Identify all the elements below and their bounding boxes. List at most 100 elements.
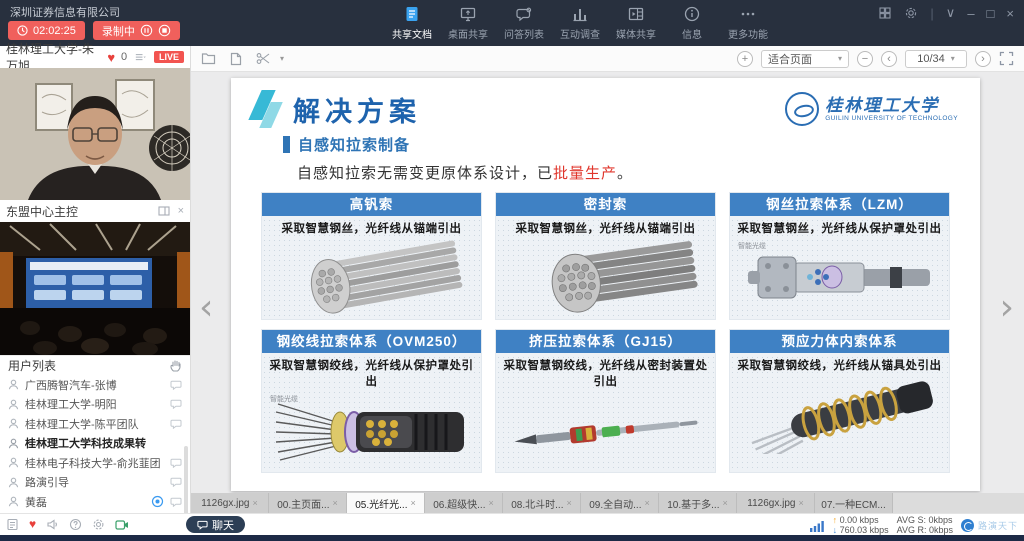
fullscreen-icon[interactable] (999, 51, 1014, 66)
close-button[interactable]: × (1006, 6, 1014, 21)
chat-bubble-icon[interactable] (170, 419, 182, 429)
chat-bubble-icon[interactable] (170, 497, 182, 507)
close-tab-icon[interactable]: × (488, 498, 493, 508)
tool-media-share[interactable]: 媒体共享 (610, 5, 662, 41)
university-seal-icon (785, 92, 819, 126)
pause-record-icon[interactable] (140, 24, 153, 37)
zoom-in-button[interactable]: + (737, 51, 753, 67)
window-controls: | ∨ – □ × (878, 5, 1014, 21)
panel-gj15-system: 挤压拉索体系（GJ15） 采取智慧钢绞线，光纤线从密封装置处引出 (495, 329, 716, 473)
panel-title: 预应力体内索体系 (730, 330, 949, 353)
signal-bars-icon (809, 519, 825, 532)
tool-share-doc[interactable]: 共享文档 (386, 5, 438, 41)
user-row[interactable]: 桂林电子科技大学-俞兆韮团 (0, 453, 190, 473)
zoom-out-button[interactable]: − (857, 51, 873, 67)
figure-annotation: 智能光缆 (738, 241, 766, 251)
user-row[interactable]: 桂林理工大学-陈平团队 (0, 414, 190, 434)
raise-hand-icon[interactable] (170, 359, 182, 372)
fit-mode-select[interactable]: 适合页面 ▾ (761, 50, 849, 68)
sidebar-scrollbar[interactable] (184, 446, 188, 516)
user-icon (8, 438, 19, 449)
gear-icon[interactable] (92, 518, 105, 531)
next-page-button[interactable]: › (975, 51, 991, 67)
status-bar: ♥ 聊天 ↑ 0.00 kbps ↓ 760.03 kbps AVG S: 0k… (0, 513, 1024, 535)
panel-caption: 采取智慧钢丝，光纤线从锚端引出 (496, 216, 715, 237)
close-tab-icon[interactable]: × (566, 498, 571, 508)
user-name: 桂林理工大学-陈平团队 (25, 416, 164, 432)
like-icon[interactable]: ♥ (29, 518, 36, 531)
close-video-icon[interactable]: × (178, 205, 184, 217)
close-tab-icon[interactable]: × (644, 498, 649, 508)
file-tab[interactable]: 08.北斗时...× (503, 493, 581, 513)
open-folder-icon[interactable] (201, 52, 216, 65)
chat-label: 聊天 (212, 517, 234, 533)
layout-grid-icon[interactable] (878, 6, 892, 20)
file-tab[interactable]: 10.基于多...× (659, 493, 737, 513)
avg-send: AVG S: 0kbps (897, 515, 953, 525)
new-document-icon[interactable] (230, 52, 242, 66)
help-icon[interactable] (69, 518, 82, 531)
close-tab-icon[interactable]: × (798, 498, 803, 508)
avg-recv: AVG R: 0kbps (897, 525, 953, 535)
webcam-icon[interactable] (115, 519, 129, 531)
user-row[interactable]: 桂林理工大学-明阳 (0, 395, 190, 415)
desktop-share-icon (459, 5, 477, 23)
file-tab[interactable]: 00.主页面...× (269, 493, 347, 513)
prev-page-button[interactable]: ‹ (881, 51, 897, 67)
video1-feed[interactable] (0, 68, 190, 200)
user-row[interactable]: 广西腾智汽车-张博 (0, 375, 190, 395)
tool-qa-list[interactable]: 问答列表 (498, 5, 550, 41)
next-slide-arrow[interactable]: › (1000, 290, 1014, 326)
file-tab[interactable]: 06.超级快...× (425, 493, 503, 513)
presentation-slide: 解决方案 桂林理工大学 GUILIN UNIVERSITY OF TECHNOL… (231, 78, 980, 491)
chat-button[interactable]: 聊天 (186, 516, 245, 533)
user-row[interactable]: 路演引导 (0, 473, 190, 493)
user-row[interactable]: 桂林理工大学科技成果转 (0, 434, 190, 454)
panel-caption: 采取智慧钢丝，光纤线从保护罩处引出 (730, 216, 949, 237)
file-tab-active[interactable]: 05.光纤光...× (347, 493, 425, 513)
tool-info[interactable]: 信息 (666, 5, 718, 41)
prev-slide-arrow[interactable]: ‹ (199, 290, 213, 326)
tool-desktop-share[interactable]: 桌面共享 (442, 5, 494, 41)
file-tab[interactable]: 1126gx.jpg× (191, 493, 269, 513)
file-tab[interactable]: 07.一种ECM... (815, 493, 893, 513)
page-indicator[interactable]: 10/34 ▾ (905, 50, 967, 68)
stop-record-icon[interactable] (158, 24, 171, 37)
chat-bubble-icon[interactable] (170, 458, 182, 468)
section-bar (283, 136, 290, 153)
file-tab[interactable]: 1126gx.jpg× (737, 493, 815, 513)
video2-feed[interactable] (0, 222, 190, 355)
panel-gaofan-cable: 高钒索 采取智慧钢丝，光纤线从锚端引出 (261, 192, 482, 320)
close-tab-icon[interactable]: × (410, 498, 415, 508)
video-menu-icon[interactable] (135, 52, 146, 63)
minimize-button[interactable]: – (967, 6, 974, 21)
chat-bubble-icon[interactable] (170, 380, 182, 390)
share-doc-icon (403, 5, 421, 23)
video-layout-icon[interactable] (158, 206, 170, 216)
zoom-page-controls: + 适合页面 ▾ − ‹ 10/34 ▾ › (737, 50, 1014, 68)
file-tab[interactable]: 09.全自动...× (581, 493, 659, 513)
user-row[interactable]: 黄磊 (0, 492, 190, 512)
maximize-button[interactable]: □ (987, 6, 995, 21)
tool-poll[interactable]: 互动调查 (554, 5, 606, 41)
notes-icon[interactable] (6, 518, 19, 531)
snip-tool[interactable]: ▾ (256, 52, 284, 65)
intro-text: 自感知拉索无需变更原体系设计，已批量生产。 (297, 162, 958, 183)
panel-caption: 采取智慧钢绞线，光纤线从锚具处引出 (730, 353, 949, 374)
close-tab-icon[interactable]: × (722, 498, 727, 508)
chat-bubble-icon[interactable] (170, 477, 182, 487)
chat-bubble-icon[interactable] (170, 399, 182, 409)
speaker-icon[interactable] (46, 518, 59, 531)
speaker-video-image (0, 68, 190, 200)
heart-icon[interactable]: ♥ (107, 50, 115, 65)
collapse-icon[interactable]: ∨ (946, 5, 956, 21)
tool-more[interactable]: 更多功能 (722, 5, 774, 41)
user-icon (8, 477, 19, 488)
clock-icon (17, 25, 28, 36)
close-tab-icon[interactable]: × (252, 498, 257, 508)
settings-gear-icon[interactable] (904, 6, 918, 20)
brand-logo: 路演天下 (961, 519, 1018, 532)
user-name: 桂林理工大学-明阳 (25, 396, 164, 412)
tool-label: 信息 (682, 26, 702, 41)
close-tab-icon[interactable]: × (332, 498, 337, 508)
